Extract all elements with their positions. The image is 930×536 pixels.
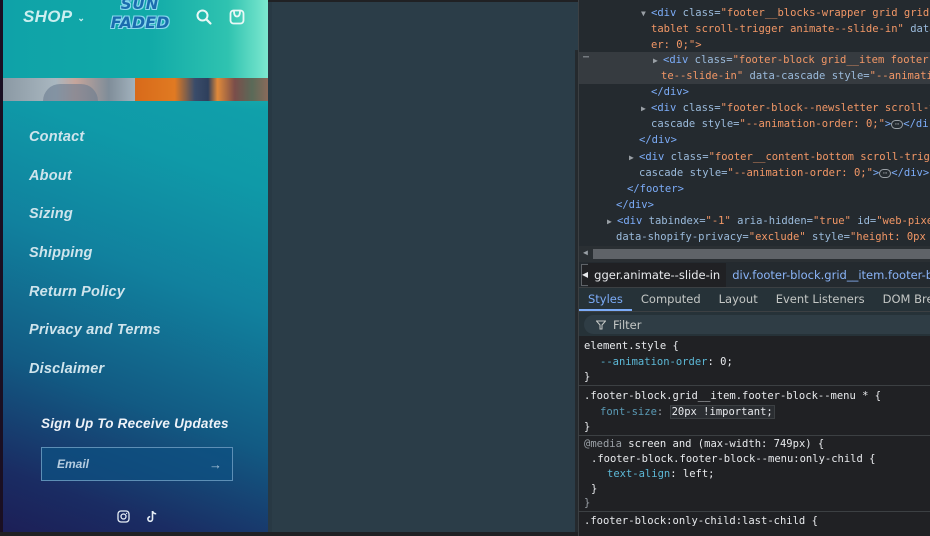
arrow-right-icon[interactable]: → [209,457,222,472]
footer-link-about[interactable]: About [29,168,72,184]
elements-horizontal-scrollbar[interactable]: ◀ [579,246,930,262]
footer-menu-item: Sizing [29,205,161,244]
footer-link-disclaimer[interactable]: Disclaimer [29,361,104,377]
newsletter-form: → [41,447,233,481]
logo-line-1: SUN [120,0,160,13]
shop-menu-link[interactable]: SHOP ⌄ [23,7,85,27]
rule-selector: .footer-block:only-child:last-child { [584,515,818,527]
footer-link-contact[interactable]: Contact [29,129,84,145]
style-rule-media: @media screen and (max-width: 749px) { .… [579,436,930,512]
search-icon[interactable] [195,8,213,26]
rule-selector: element.style { [584,340,679,352]
collapsed-content-icon[interactable]: ⋯ [891,119,904,129]
dom-node[interactable]: ▶ <div tabindex="-1" aria-hidden="true" i… [607,213,930,230]
tab-layout[interactable]: Layout [710,288,767,311]
viewport-empty-area [268,2,578,532]
footer-link-sizing[interactable]: Sizing [29,206,73,222]
style-declaration[interactable]: text-align: left; [607,467,714,482]
breadcrumb-item[interactable]: gger.animate--slide-in [588,262,727,287]
tab-event-listeners[interactable]: Event Listeners [767,288,874,311]
dom-close-tag: </div> [651,86,689,98]
dom-breadcrumbs: ◀ gger.animate--slide-in div.footer-bloc… [579,262,930,288]
dom-node-continued: cascade style="--animation-order: 0;"> ⋯ <… [651,118,929,130]
footer-menu-item: Disclaimer [29,360,161,399]
styles-filter-row [579,312,930,336]
devtools-subtabs: Styles Computed Layout Event Listeners D… [579,288,930,312]
breadcrumb-item-active[interactable]: div.footer-block.grid__item.footer-block… [726,268,930,282]
dom-node[interactable]: ▶ <div class="footer__content-bottom scro… [629,149,930,166]
dom-close-tag: </div> [639,134,677,146]
dom-node-continued: data-shopify-privacy="exclude" style="he… [616,231,926,243]
newsletter-title: Sign Up To Receive Updates [41,416,229,431]
dom-close-tag: </footer> [627,183,684,195]
footer-menu: Contact About Sizing Shipping Return Pol… [29,128,161,399]
filter-icon [596,320,606,329]
dom-node-continued: te--slide-in" data-cascade style="--anim… [661,70,930,82]
footer-menu-item: About [29,167,161,206]
site-logo[interactable]: SUN FADED [109,0,171,40]
dom-node[interactable]: ▶ <div class="footer-block grid__item foo… [653,52,930,69]
style-rule-element: element.style { --animation-order: 0; } [579,336,930,386]
logo-line-2: FADED [110,13,170,32]
elements-tree: ▼ <div class="footer__blocks-wrapper grid… [579,0,930,246]
dom-node[interactable]: ▶ <div class="footer-block--newsletter sc… [641,100,930,117]
collapsed-content-icon[interactable]: ⋯ [879,168,892,178]
email-input[interactable] [57,457,197,471]
rule-selector: .footer-block.grid__item.footer-block--m… [584,390,882,402]
banner-image-strip [3,78,268,101]
shop-label: SHOP [23,7,73,26]
tab-dom-breakpoints[interactable]: DOM Breakpoints [874,288,930,311]
banner-image-2 [135,78,268,101]
instagram-icon[interactable] [117,510,130,523]
banner-image-1 [3,78,135,101]
collapsed-triangle-icon[interactable]: ▶ [607,214,617,230]
footer-link-shipping[interactable]: Shipping [29,245,93,261]
footer-link-privacy-terms[interactable]: Privacy and Terms [29,322,161,338]
dom-node-continued: cascade style="--animation-order: 0;"> ⋯ <… [639,167,930,179]
tab-styles[interactable]: Styles [579,288,632,311]
style-rule-menu: .footer-block.grid__item.footer-block--m… [579,386,930,436]
editing-value[interactable]: 20px !important [672,406,767,418]
rule-selector: .footer-block.footer-block--menu:only-ch… [591,453,876,465]
scrollbar-thumb[interactable] [593,249,930,259]
tiktok-icon[interactable] [146,510,159,523]
tab-computed[interactable]: Computed [632,288,710,311]
style-declaration[interactable]: --animation-order: 0; [600,355,733,370]
site-header: SHOP ⌄ SUN FADED [3,0,268,78]
styles-filter [584,315,930,334]
cart-icon[interactable] [228,8,246,26]
dom-node-continued: tablet scroll-trigger animate--slide-in"… [651,23,930,35]
dom-close-tag: </div> [616,199,654,211]
style-declaration[interactable]: font-size: 20px !important; [600,405,775,420]
devtools-panel: ▼ <div class="footer__blocks-wrapper grid… [578,0,930,536]
expanded-triangle-icon[interactable]: ▼ [641,6,651,22]
collapsed-triangle-icon[interactable]: ▶ [629,150,639,166]
styles-filter-input[interactable] [613,317,893,332]
chevron-down-icon: ⌄ [77,13,86,23]
dom-node-continued: er: 0;"> [651,39,702,51]
more-options-icon[interactable]: ⋯ [583,52,589,63]
mobile-preview: SHOP ⌄ SUN FADED Contact About Sizing Sh… [0,0,268,532]
footer-menu-item: Contact [29,128,161,167]
footer-menu-item: Shipping [29,244,161,283]
footer-menu-item: Privacy and Terms [29,321,161,360]
style-rule-only-child: .footer-block:only-child:last-child { [579,512,930,536]
footer-link-return-policy[interactable]: Return Policy [29,284,125,300]
styles-pane: element.style { --animation-order: 0; } … [579,336,930,536]
dom-node[interactable]: ▼ <div class="footer__blocks-wrapper grid… [641,5,930,22]
footer-menu-item: Return Policy [29,283,161,322]
collapsed-triangle-icon[interactable]: ▶ [641,101,651,117]
social-links [117,510,159,523]
scroll-left-icon[interactable]: ◀ [583,248,588,257]
collapsed-triangle-icon[interactable]: ▶ [653,53,663,69]
